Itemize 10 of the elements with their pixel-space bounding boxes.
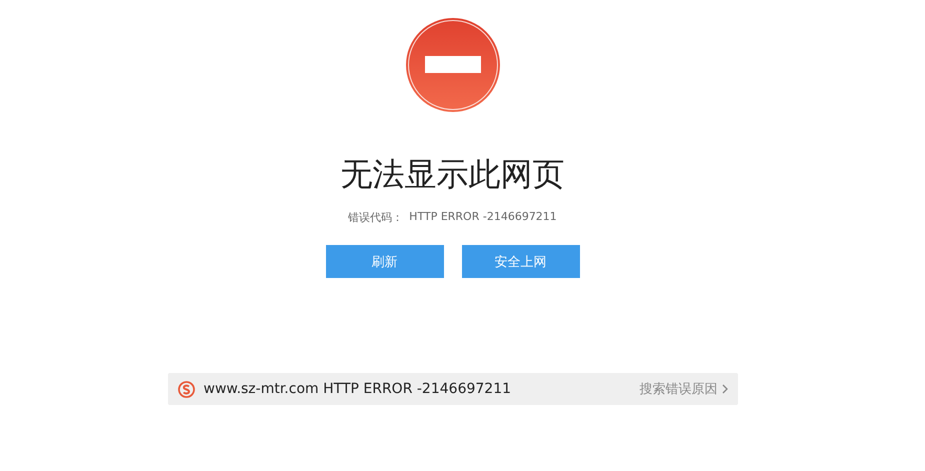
error-code: HTTP ERROR -2146697211 <box>409 210 557 225</box>
logo-icon <box>178 380 194 398</box>
refresh-button[interactable]: 刷新 <box>326 245 444 278</box>
safe-browse-button[interactable]: 安全上网 <box>462 245 580 278</box>
search-error-link[interactable]: 搜索错误原因 <box>640 380 728 398</box>
chevron-right-icon <box>722 384 728 394</box>
search-query: www.sz-mtr.com HTTP ERROR -2146697211 <box>204 381 512 397</box>
page-title: 无法显示此网页 <box>340 154 564 194</box>
stop-icon <box>404 17 500 113</box>
error-label: 错误代码： <box>348 210 404 225</box>
